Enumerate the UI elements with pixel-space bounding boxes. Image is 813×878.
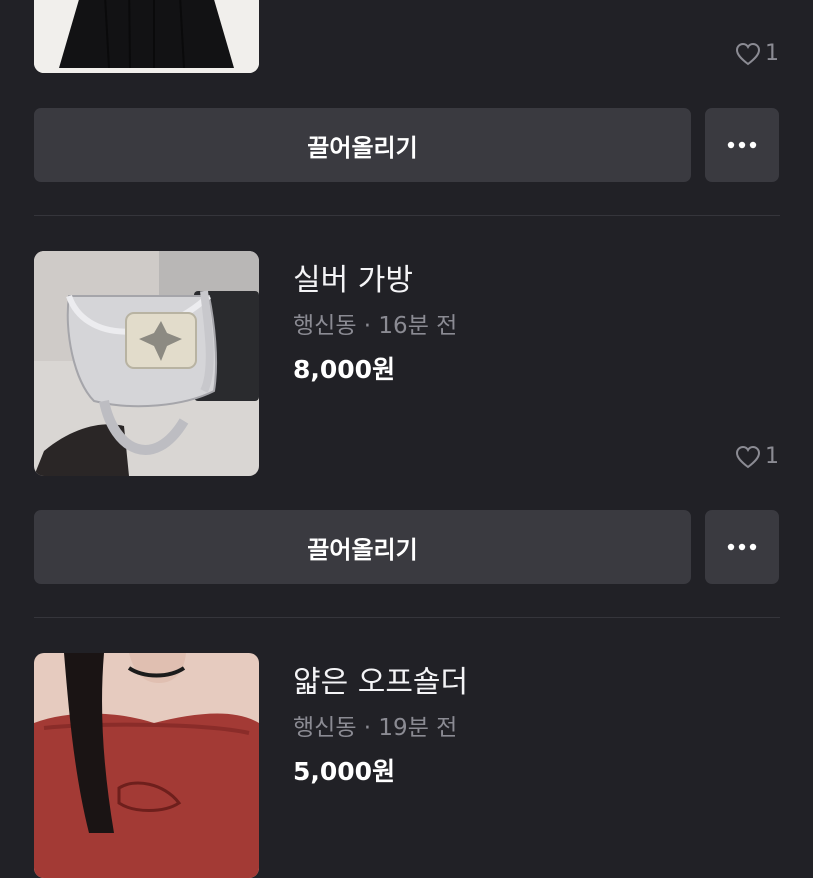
more-options-button-2[interactable] [705, 510, 779, 584]
item-meta-3: 행신동 · 19분 전 [293, 708, 457, 742]
meta-separator: · [363, 313, 372, 339]
silver-bag-image [34, 251, 259, 476]
black-skirt-image [34, 0, 259, 73]
heart-icon [735, 42, 761, 65]
like-count-text: 1 [765, 41, 779, 66]
more-dots-icon [727, 141, 757, 149]
red-off-shoulder-image [34, 653, 259, 878]
item-title-2[interactable]: 실버 가방 [293, 255, 413, 299]
item-thumbnail-2[interactable] [34, 251, 259, 476]
like-count-text: 1 [765, 444, 779, 469]
item-thumbnail-1[interactable] [34, 0, 259, 73]
bump-button-2[interactable]: 끌어올리기 [34, 510, 691, 584]
like-count-2: 1 [735, 444, 779, 469]
like-count-1: 1 [735, 41, 779, 66]
bump-button-label: 끌어올리기 [307, 133, 418, 162]
more-dots-icon [727, 543, 757, 551]
item-time: 16분 전 [378, 313, 458, 339]
item-price-2: 8,000원 [293, 355, 396, 384]
item-price-3: 5,000원 [293, 757, 396, 786]
bump-button-label: 끌어올리기 [307, 535, 418, 564]
bump-button-1[interactable]: 끌어올리기 [34, 108, 691, 182]
more-options-button-1[interactable] [705, 108, 779, 182]
meta-separator: · [363, 715, 372, 741]
item-title-3[interactable]: 얇은 오프숄더 [293, 657, 468, 701]
heart-icon [735, 445, 761, 468]
item-location: 행신동 [293, 715, 357, 741]
item-thumbnail-3[interactable] [34, 653, 259, 878]
item-location: 행신동 [293, 313, 357, 339]
item-meta-2: 행신동 · 16분 전 [293, 306, 457, 340]
divider [34, 215, 780, 216]
divider [34, 617, 780, 618]
item-time: 19분 전 [378, 715, 458, 741]
